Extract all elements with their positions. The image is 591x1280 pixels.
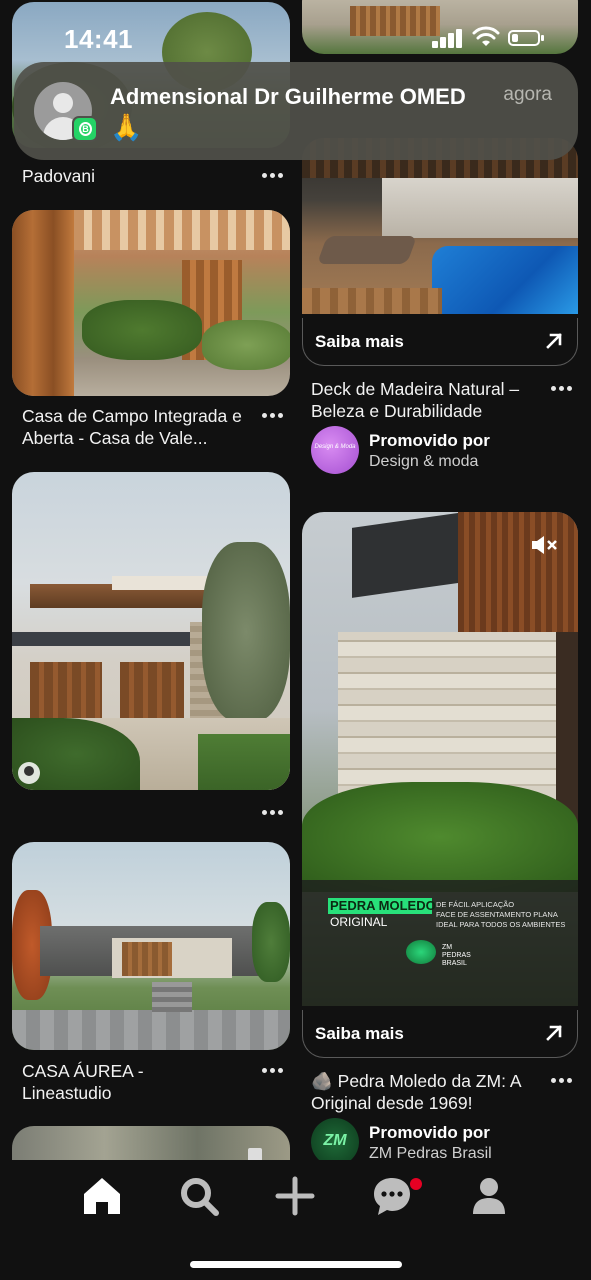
pin-image[interactable] <box>12 472 290 790</box>
home-indicator[interactable] <box>190 1261 402 1268</box>
promoted-label: Promovido por <box>369 431 490 450</box>
more-options-icon[interactable] <box>551 385 573 393</box>
wifi-icon <box>472 26 500 46</box>
home-icon[interactable] <box>80 1174 124 1218</box>
status-bar: 14:41 <box>0 0 591 60</box>
external-link-arrow-icon <box>546 1025 562 1041</box>
notification-message: 🙏 <box>110 112 143 142</box>
pin-image[interactable] <box>302 138 578 314</box>
more-options-icon[interactable] <box>262 412 284 420</box>
pin-caption: CASA ÁUREA - Lineastudio <box>22 1061 144 1103</box>
notification-time: agora <box>503 84 552 105</box>
muted-speaker-icon[interactable] <box>530 534 560 556</box>
pin-image[interactable] <box>12 842 290 1050</box>
pin-caption: 🪨 Pedra Moledo da ZM: A Original desde 1… <box>311 1071 521 1113</box>
more-options-icon[interactable] <box>262 172 284 180</box>
advertiser-logo-text: Design & Moda <box>314 444 356 450</box>
whatsapp-business-icon: B <box>72 116 98 142</box>
cellular-signal-icon <box>432 28 464 48</box>
ad-line: DE FÁCIL APLICAÇÃO <box>436 900 515 909</box>
pin-caption: Padovani <box>22 166 95 186</box>
pin-image[interactable] <box>12 210 290 396</box>
advertiser-avatar[interactable]: Design & Moda <box>311 426 359 474</box>
battery-icon <box>508 30 544 46</box>
profile-icon[interactable] <box>467 1174 511 1218</box>
learn-more-button[interactable]: Saiba mais <box>302 318 578 366</box>
zm-logo-icon <box>406 940 436 964</box>
chat-icon[interactable] <box>370 1174 414 1218</box>
pin-video[interactable]: PEDRA MOLEDO ORIGINAL DE FÁCIL APLICAÇÃO… <box>302 512 578 1006</box>
ad-brand: ZM PEDRAS BRASIL <box>442 944 471 967</box>
learn-more-label: Saiba mais <box>315 332 404 351</box>
ad-line: FACE DE ASSENTAMENTO PLANA <box>436 910 558 919</box>
ad-line: IDEAL PARA TODOS OS AMBIENTES <box>436 920 566 929</box>
advertiser-name[interactable]: Design & moda <box>369 453 478 471</box>
notification-sender: Admensional Dr Guilherme OMED <box>110 84 466 109</box>
ad-subhead: ORIGINAL <box>330 915 388 929</box>
advertiser-logo-text: ZM <box>323 1132 347 1149</box>
promoted-label: Promovido por <box>369 1123 490 1142</box>
search-icon[interactable] <box>177 1174 221 1218</box>
external-link-arrow-icon <box>546 333 562 349</box>
learn-more-label: Saiba mais <box>315 1024 404 1043</box>
advertiser-avatar[interactable]: ZM <box>311 1118 359 1166</box>
notification-banner[interactable]: B Admensional Dr Guilherme OMED 🙏 agora <box>14 62 578 160</box>
notification-badge <box>410 1178 422 1190</box>
learn-more-button[interactable]: Saiba mais <box>302 1010 578 1058</box>
more-options-icon[interactable] <box>262 1067 284 1075</box>
pin-caption: Casa de Campo Integrada e Aberta - Casa … <box>22 406 242 448</box>
plus-icon[interactable] <box>273 1174 317 1218</box>
more-options-icon[interactable] <box>551 1077 573 1085</box>
status-time: 14:41 <box>64 24 133 54</box>
ad-headline: PEDRA MOLEDO <box>330 898 436 913</box>
more-options-icon[interactable] <box>262 809 284 817</box>
profile-icon <box>24 766 34 776</box>
pin-caption: Deck de Madeira Natural – Beleza e Durab… <box>311 379 520 421</box>
